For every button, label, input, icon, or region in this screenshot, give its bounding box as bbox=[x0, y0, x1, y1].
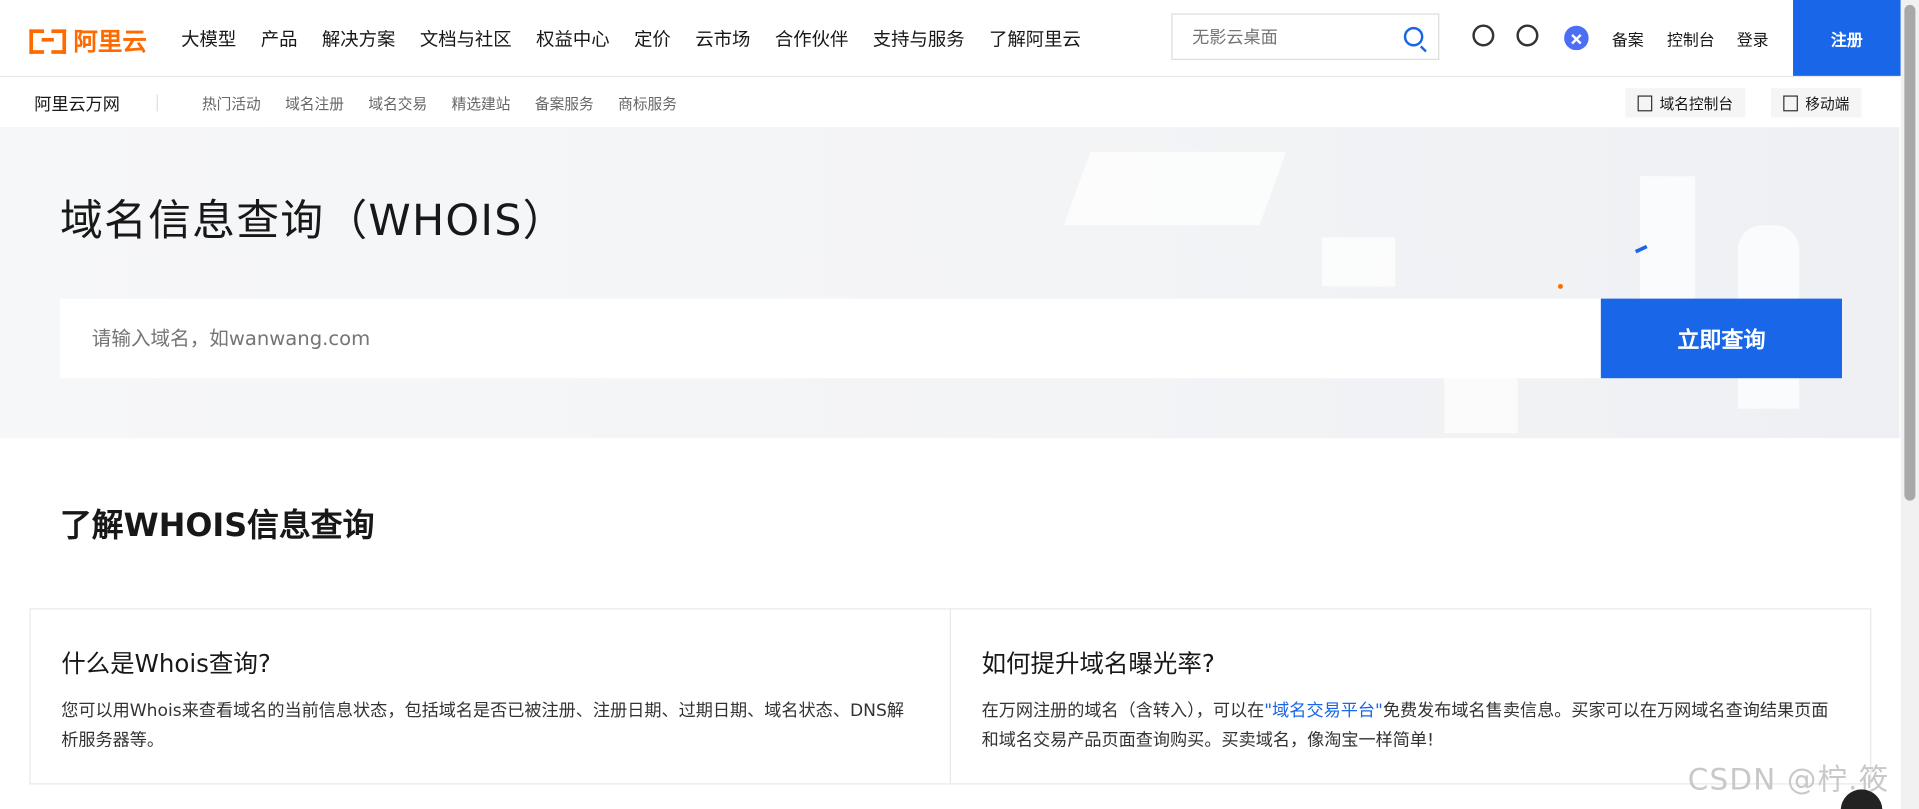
nav-item-solutions[interactable]: 解决方案 bbox=[322, 25, 395, 51]
page-scrollbar[interactable] bbox=[1900, 0, 1919, 809]
domain-console-button[interactable]: 域名控制台 bbox=[1625, 88, 1746, 118]
mobile-label: 移动端 bbox=[1805, 94, 1850, 112]
mobile-icon bbox=[1783, 94, 1798, 111]
nav-item-pricing[interactable]: 定价 bbox=[634, 25, 671, 51]
subnav-trademark-service[interactable]: 商标服务 bbox=[618, 93, 677, 114]
hero-decoration bbox=[1321, 237, 1396, 287]
aliyun-logo-icon bbox=[29, 28, 67, 54]
subnav-domain-trade[interactable]: 域名交易 bbox=[368, 93, 427, 114]
subnav-site-building[interactable]: 精选建站 bbox=[452, 93, 511, 114]
page-title: 域名信息查询（WHOIS） bbox=[59, 197, 567, 247]
login-link[interactable]: 登录 bbox=[1737, 27, 1769, 50]
nav-item-market[interactable]: 云市场 bbox=[695, 25, 750, 51]
query-button[interactable]: 立即查询 bbox=[1600, 298, 1842, 379]
nav-item-about[interactable]: 了解阿里云 bbox=[989, 25, 1081, 51]
section-title: 了解WHOIS信息查询 bbox=[59, 507, 375, 545]
nav-item-docs[interactable]: 文档与社区 bbox=[420, 25, 512, 51]
card-text: 在万网注册的域名（含转入），可以在"域名交易平台"免费发布域名售卖信息。买家可以… bbox=[982, 696, 1840, 755]
brand-name: 阿里云 bbox=[73, 26, 147, 57]
domain-trade-platform-link[interactable]: "域名交易平台" bbox=[1264, 701, 1383, 721]
top-navbar: 阿里云 大模型 产品 解决方案 文档与社区 权益中心 定价 云市场 合作伙伴 支… bbox=[0, 0, 1901, 78]
card-title: 如何提升域名曝光率? bbox=[981, 648, 1215, 679]
headset-icon[interactable] bbox=[1516, 24, 1539, 47]
scrollbar-thumb[interactable] bbox=[1904, 4, 1916, 501]
top-search-input[interactable] bbox=[1172, 14, 1403, 62]
top-search-box bbox=[1171, 13, 1440, 62]
nav-item-benefits[interactable]: 权益中心 bbox=[536, 25, 609, 51]
nav-item-partners[interactable]: 合作伙伴 bbox=[775, 25, 848, 51]
nav-item-models[interactable]: 大模型 bbox=[181, 25, 236, 51]
main-nav: 大模型 产品 解决方案 文档与社区 权益中心 定价 云市场 合作伙伴 支持与服务… bbox=[181, 0, 1081, 76]
beian-link[interactable]: 备案 bbox=[1612, 27, 1644, 50]
subnav-beian-service[interactable]: 备案服务 bbox=[535, 93, 594, 114]
card-text-before: 在万网注册的域名（含转入），可以在 bbox=[981, 701, 1265, 721]
domain-search-input[interactable] bbox=[59, 298, 1601, 379]
aliyun-logo[interactable]: 阿里云 bbox=[29, 22, 147, 57]
mobile-button[interactable]: 移动端 bbox=[1770, 88, 1862, 118]
hero-banner: 域名信息查询（WHOIS） 立即查询 bbox=[0, 127, 1900, 439]
nav-item-products[interactable]: 产品 bbox=[261, 25, 298, 51]
sub-nav: 热门活动 域名注册 域名交易 精选建站 备案服务 商标服务 bbox=[202, 93, 677, 114]
divider bbox=[156, 94, 158, 112]
hero-decoration bbox=[1558, 283, 1563, 289]
nav-item-support[interactable]: 支持与服务 bbox=[873, 25, 965, 51]
info-cards: 什么是Whois查询? 您可以用Whois来查看域名的当前信息状态，包括域名是否… bbox=[29, 608, 1872, 785]
domain-console-icon bbox=[1637, 94, 1653, 111]
subnav-domain-register[interactable]: 域名注册 bbox=[285, 93, 344, 114]
subnav-hot-activities[interactable]: 热门活动 bbox=[202, 93, 261, 114]
ai-assistant-icon[interactable] bbox=[1564, 25, 1589, 51]
console-link[interactable]: 控制台 bbox=[1667, 27, 1715, 50]
domain-console-label: 域名控制台 bbox=[1659, 94, 1734, 112]
card-title: 什么是Whois查询? bbox=[61, 648, 271, 679]
wanwang-brand[interactable]: 阿里云万网 bbox=[34, 92, 120, 116]
search-icon[interactable] bbox=[1403, 26, 1424, 47]
speed-icon[interactable] bbox=[1472, 24, 1495, 47]
info-card: 什么是Whois查询? 您可以用Whois来查看域名的当前信息状态，包括域名是否… bbox=[31, 610, 950, 784]
card-text: 您可以用Whois来查看域名的当前信息状态，包括域名是否已被注册、注册日期、过期… bbox=[61, 701, 904, 751]
signup-button[interactable]: 注册 bbox=[1793, 0, 1901, 76]
hero-decoration bbox=[1063, 151, 1287, 226]
secondary-navbar: 阿里云万网 热门活动 域名注册 域名交易 精选建站 备案服务 商标服务 域名控制… bbox=[0, 77, 1900, 129]
